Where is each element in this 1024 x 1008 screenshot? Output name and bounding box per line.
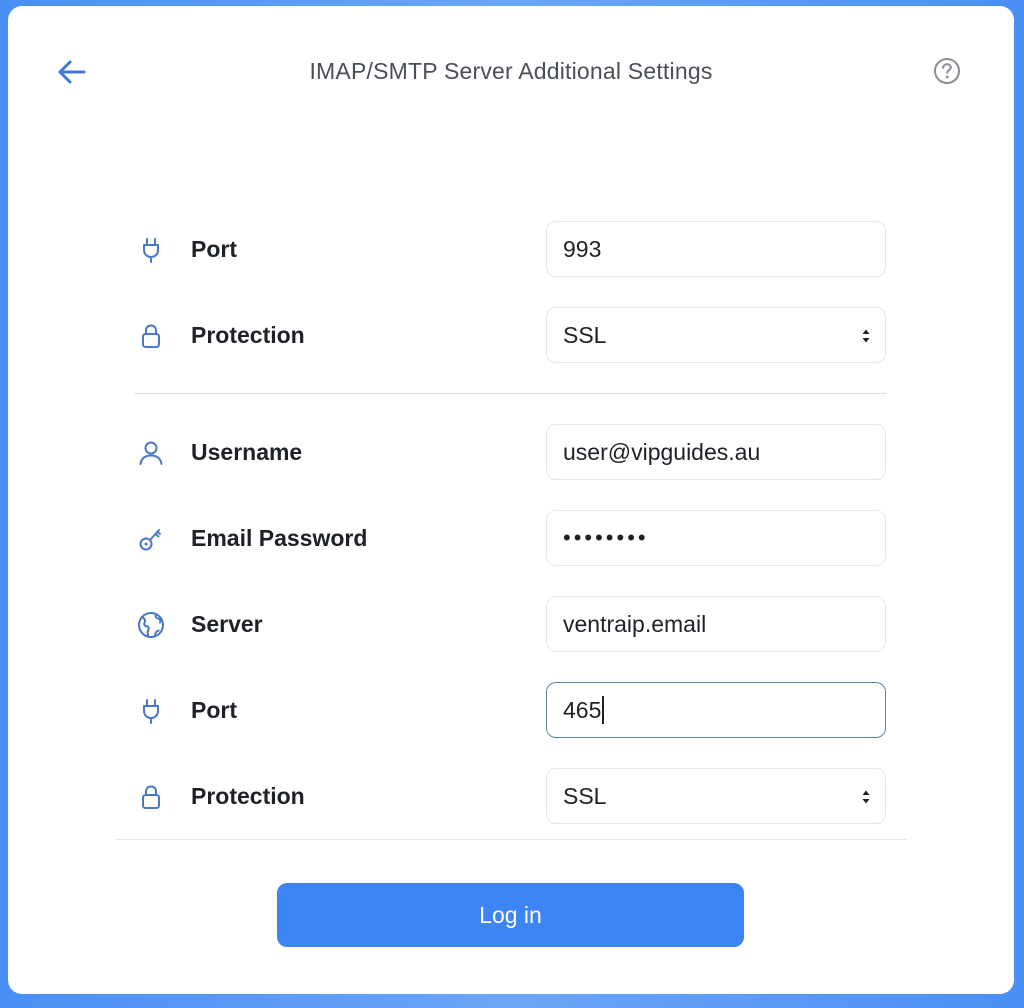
username-input[interactable]: user@vipguides.au	[546, 424, 886, 480]
imap-port-row: Port 993	[8, 221, 1014, 279]
imap-protection-select[interactable]: SSL	[546, 307, 886, 363]
smtp-port-label: Port	[191, 697, 237, 723]
imap-port-input[interactable]: 993	[546, 221, 886, 277]
smtp-protection-value: SSL	[563, 783, 607, 809]
page-title: IMAP/SMTP Server Additional Settings	[309, 58, 713, 84]
imap-protection-value: SSL	[563, 322, 607, 348]
user-icon	[136, 438, 166, 468]
lock-icon	[136, 782, 166, 812]
login-button[interactable]: Log in	[277, 883, 744, 947]
smtp-port-row: Port 465	[8, 682, 1014, 740]
footer-divider	[116, 839, 906, 840]
smtp-protection-label: Protection	[191, 783, 305, 809]
select-arrows-icon	[861, 327, 871, 345]
server-label: Server	[191, 611, 263, 637]
globe-icon	[136, 610, 166, 640]
imap-protection-label: Protection	[191, 322, 305, 348]
email-password-input[interactable]: ••••••••	[546, 510, 886, 566]
smtp-protection-row: Protection SSL	[8, 768, 1014, 826]
lock-icon	[136, 321, 166, 351]
plug-icon	[136, 696, 166, 726]
smtp-port-input[interactable]: 465	[546, 682, 886, 738]
server-row: Server ventraip.email	[8, 596, 1014, 654]
section-divider	[134, 393, 886, 394]
smtp-protection-select[interactable]: SSL	[546, 768, 886, 824]
smtp-port-value: 465	[563, 697, 602, 723]
plug-icon	[136, 235, 166, 265]
username-row: Username user@vipguides.au	[8, 424, 1014, 482]
key-icon	[136, 524, 166, 554]
help-circle-icon[interactable]	[932, 56, 962, 86]
select-arrows-icon	[861, 788, 871, 806]
email-password-row: Email Password ••••••••	[8, 510, 1014, 568]
imap-port-label: Port	[191, 236, 237, 262]
email-password-label: Email Password	[191, 525, 368, 551]
text-caret	[602, 695, 604, 724]
settings-card: IMAP/SMTP Server Additional Settings Por…	[8, 6, 1014, 994]
imap-protection-row: Protection SSL	[8, 307, 1014, 365]
username-label: Username	[191, 439, 303, 465]
server-input[interactable]: ventraip.email	[546, 596, 886, 652]
